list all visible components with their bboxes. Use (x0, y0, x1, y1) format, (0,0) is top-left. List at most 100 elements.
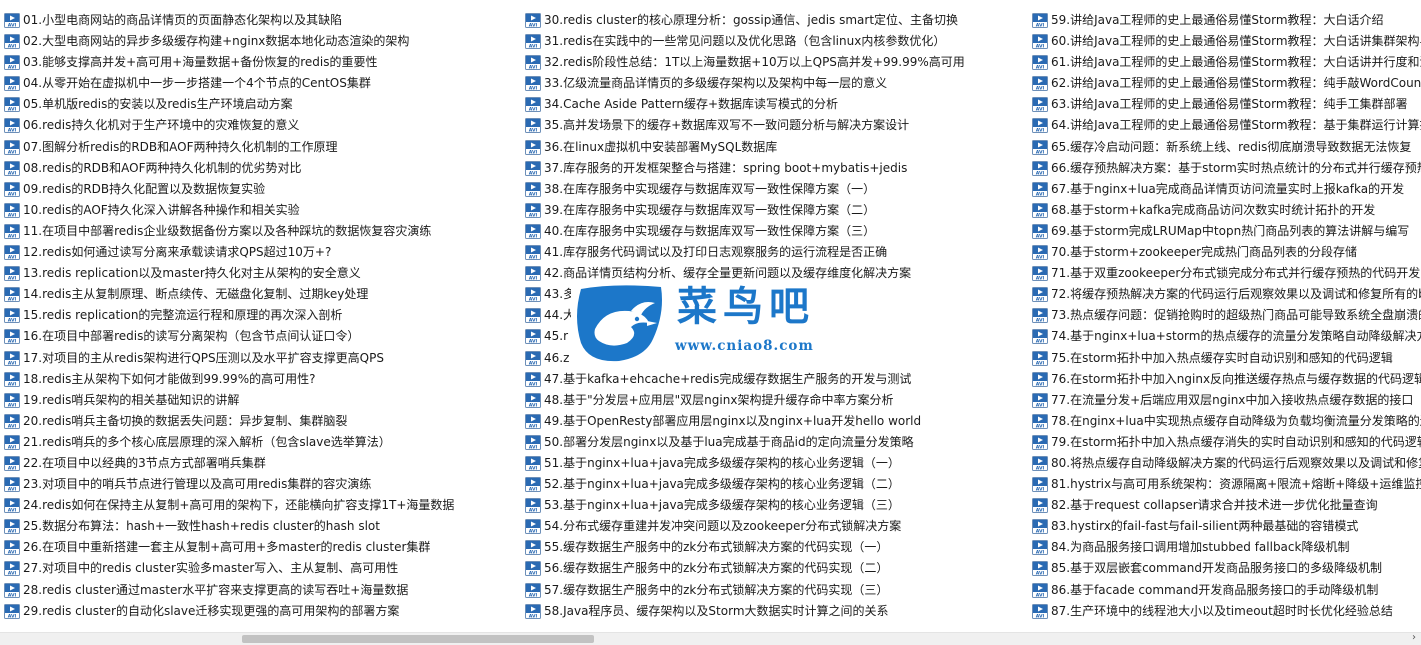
avi-video-file-icon: AVI (525, 455, 541, 471)
file-item[interactable]: AVI 51.基于nginx+lua+java完成多级缓存架构的核心业务逻辑（一） (525, 453, 1025, 474)
file-item[interactable]: AVI 36.在linux虚拟机中安装部署MySQL数据库 (525, 137, 1025, 158)
file-item[interactable]: AVI 65.缓存冷启动问题：新系统上线、redis彻底崩溃导致数据无法恢复 (1032, 137, 1421, 158)
file-item[interactable]: AVI 35.高并发场景下的缓存+数据库双写不一致问题分析与解决方案设计 (525, 115, 1025, 136)
file-item[interactable]: AVI 71.基于双重zookeeper分布式锁完成分布式并行缓存预热的代码开发 (1032, 263, 1421, 284)
file-item[interactable]: AVI 04.从零开始在虚拟机中一步一步搭建一个4个节点的CentOS集群 (4, 73, 519, 94)
file-item[interactable]: AVI 70.基于storm+zookeeper完成热门商品列表的分段存储 (1032, 242, 1421, 263)
file-item[interactable]: AVI 01.小型电商网站的商品详情页的页面静态化架构以及其缺陷 (4, 10, 519, 31)
file-item[interactable]: AVI 27.对项目中的redis cluster实验多master写入、主从复制… (4, 558, 519, 579)
file-item[interactable]: AVI 68.基于storm+kafka完成商品访问次数实时统计拓扑的开发 (1032, 200, 1421, 221)
svg-text:AVI: AVI (8, 423, 17, 428)
file-item[interactable]: AVI 37.库存服务的开发框架整合与搭建：spring boot+mybatis… (525, 158, 1025, 179)
file-item[interactable]: AVI 74.基于nginx+lua+storm的热点缓存的流量分发策略自动降级解… (1032, 326, 1421, 347)
file-item[interactable]: AVI 31.redis在实践中的一些常见问题以及优化思路（包含linux内核参数… (525, 31, 1025, 52)
file-name: 74.基于nginx+lua+storm的热点缓存的流量分发策略自动降级解决方 (1051, 329, 1421, 344)
file-item[interactable]: AVI 87.生产环境中的线程池大小以及timeout超时时长优化经验总结 (1032, 601, 1421, 622)
file-item[interactable]: AVI 80.将热点缓存自动降级解决方案的代码运行后观察效果以及调试和修复 (1032, 453, 1421, 474)
file-item[interactable]: AVI 12.redis如何通过读写分离来承载读请求QPS超过10万+? (4, 242, 519, 263)
file-item[interactable]: AVI 85.基于双层嵌套command开发商品服务接口的多级降级机制 (1032, 558, 1421, 579)
file-item[interactable]: AVI 76.在storm拓扑中加入nginx反向推送缓存热点与缓存数据的代码逻辑 (1032, 369, 1421, 390)
file-item[interactable]: AVI 86.基于facade command开发商品服务接口的手动降级机制 (1032, 580, 1421, 601)
file-item[interactable]: AVI 81.hystrix与高可用系统架构：资源隔离+限流+熔断+降级+运维监控 (1032, 474, 1421, 495)
file-item[interactable]: AVI 69.基于storm完成LRUMap中topn热门商品列表的算法讲解与编写 (1032, 221, 1421, 242)
file-item[interactable]: AVI 09.redis的RDB持久化配置以及数据恢复实验 (4, 179, 519, 200)
file-item[interactable]: AVI 66.缓存预热解决方案：基于storm实时热点统计的分布式并行缓存预热 (1032, 158, 1421, 179)
file-item[interactable]: AVI 32.redis阶段性总结：1T以上海量数据+10万以上QPS高并发+99… (525, 52, 1025, 73)
file-item[interactable]: AVI 82.基于request collapser请求合并技术进一步优化批量查询 (1032, 495, 1421, 516)
avi-video-file-icon: AVI (4, 97, 20, 113)
file-item[interactable]: AVI 47.基于kafka+ehcache+redis完成缓存数据生产服务的开发… (525, 369, 1025, 390)
file-item[interactable]: AVI 38.在库存服务中实现缓存与数据库双写一致性保障方案（一） (525, 179, 1025, 200)
file-item[interactable]: AVI 19.redis哨兵架构的相关基础知识的讲解 (4, 390, 519, 411)
file-item[interactable]: AVI 16.在项目中部署redis的读写分离架构（包含节点间认证口令） (4, 326, 519, 347)
file-item[interactable]: AVI 21.redis哨兵的多个核心底层原理的深入解析（包含slave选举算法） (4, 432, 519, 453)
file-item[interactable]: AVI 60.讲给Java工程师的史上最通俗易懂Storm教程：大白话讲集群架构与 (1032, 31, 1421, 52)
file-item[interactable]: AVI 06.redis持久化机对于生产环境中的灾难恢复的意义 (4, 115, 519, 136)
file-item[interactable]: AVI 23.对项目中的哨兵节点进行管理以及高可用redis集群的容灾演练 (4, 474, 519, 495)
file-item[interactable]: AVI 54.分布式缓存重建并发冲突问题以及zookeeper分布式锁解决方案 (525, 516, 1025, 537)
file-item[interactable]: AVI 75.在storm拓扑中加入热点缓存实时自动识别和感知的代码逻辑 (1032, 348, 1421, 369)
file-item[interactable]: AVI 40.在库存服务中实现缓存与数据库双写一致性保障方案（三） (525, 221, 1025, 242)
file-item[interactable]: AVI 58.Java程序员、缓存架构以及Storm大数据实时计算之间的关系 (525, 601, 1025, 622)
scrollbar-thumb[interactable] (242, 635, 594, 643)
file-item[interactable]: AVI 83.hystirx的fail-fast与fail-silient两种最基… (1032, 516, 1421, 537)
file-item[interactable]: AVI 07.图解分析redis的RDB和AOF两种持久化机制的工作原理 (4, 137, 519, 158)
file-item[interactable]: AVI 05.单机版redis的安装以及redis生产环境启动方案 (4, 94, 519, 115)
file-item[interactable]: AVI 41.库存服务代码调试以及打印日志观察服务的运行流程是否正确 (525, 242, 1025, 263)
file-item[interactable]: AVI 28.redis cluster通过master水平扩容来支撑更高的读写吞… (4, 580, 519, 601)
file-item[interactable]: AVI 25.数据分布算法：hash+一致性hash+redis cluster的… (4, 516, 519, 537)
file-item[interactable]: AVI 52.基于nginx+lua+java完成多级缓存架构的核心业务逻辑（二） (525, 474, 1025, 495)
file-item[interactable]: AVI 78.在nginx+lua中实现热点缓存自动降级为负载均衡流量分发策略的逻 (1032, 411, 1421, 432)
file-item[interactable]: AVI 22.在项目中以经典的3节点方式部署哨兵集群 (4, 453, 519, 474)
svg-text:AVI: AVI (1036, 613, 1045, 618)
file-item[interactable]: AVI 15.redis replication的完整流运行程和原理的再次深入剖析 (4, 305, 519, 326)
file-item[interactable]: AVI 08.redis的RDB和AOF两种持久化机制的优劣势对比 (4, 158, 519, 179)
file-item[interactable]: AVI 18.redis主从架构下如何才能做到99.99%的高可用性? (4, 369, 519, 390)
svg-text:AVI: AVI (1036, 149, 1045, 154)
file-item[interactable]: AVI 64.讲给Java工程师的史上最通俗易懂Storm教程：基于集群运行计算拓 (1032, 115, 1421, 136)
file-item[interactable]: AVI 61.讲给Java工程师的史上最通俗易懂Storm教程：大白话讲并行度和流 (1032, 52, 1421, 73)
file-item[interactable]: AVI 29.redis cluster的自动化slave迁移实现更强的高可用架构… (4, 601, 519, 622)
file-item[interactable]: AVI 11.在项目中部署redis企业级数据备份方案以及各种踩坑的数据恢复容灾演… (4, 221, 519, 242)
file-name: 70.基于storm+zookeeper完成热门商品列表的分段存储 (1051, 245, 1358, 260)
file-item[interactable]: AVI 14.redis主从复制原理、断点续传、无磁盘化复制、过期key处理 (4, 284, 519, 305)
file-item[interactable]: AVI 34.Cache Aside Pattern缓存+数据库读写模式的分析 (525, 94, 1025, 115)
file-item[interactable]: AVI 48.基于"分发层+应用层"双层nginx架构提升缓存命中率方案分析 (525, 390, 1025, 411)
file-item[interactable]: AVI 10.redis的AOF持久化深入讲解各种操作和相关实验 (4, 200, 519, 221)
chevron-right-icon[interactable]: › (1409, 632, 1419, 644)
file-item[interactable]: AVI 56.缓存数据生产服务中的zk分布式锁解决方案的代码实现（二） (525, 558, 1025, 579)
file-item[interactable]: AVI 24.redis如何在保持主从复制+高可用的架构下，还能横向扩容支撑1T+… (4, 495, 519, 516)
file-item[interactable]: AVI 33.亿级流量商品详情页的多级缓存架构以及架构中每一层的意义 (525, 73, 1025, 94)
file-item[interactable]: AVI 62.讲给Java工程师的史上最通俗易懂Storm教程：纯手敲WordCo… (1032, 73, 1421, 94)
file-item[interactable]: AVI 30.redis cluster的核心原理分析：gossip通信、jedi… (525, 10, 1025, 31)
file-item[interactable]: AVI 20.redis哨兵主备切换的数据丢失问题：异步复制、集群脑裂 (4, 411, 519, 432)
avi-video-file-icon-graphic: AVI (4, 308, 20, 324)
file-item[interactable]: AVI 84.为商品服务接口调用增加stubbed fallback降级机制 (1032, 537, 1421, 558)
file-item[interactable]: AVI 63.讲给Java工程师的史上最通俗易懂Storm教程：纯手工集群部署 (1032, 94, 1421, 115)
avi-video-file-icon-graphic: AVI (525, 34, 541, 50)
file-item[interactable]: AVI 79.在storm拓扑中加入热点缓存消失的实时自动识别和感知的代码逻辑 (1032, 432, 1421, 453)
file-item[interactable]: AVI 39.在库存服务中实现缓存与数据库双写一致性保障方案（二） (525, 200, 1025, 221)
file-item[interactable]: AVI 53.基于nginx+lua+java完成多级缓存架构的核心业务逻辑（三） (525, 495, 1025, 516)
file-item[interactable]: AVI 77.在流量分发+后端应用双层nginx中加入接收热点缓存数据的接口 (1032, 390, 1421, 411)
file-item[interactable]: AVI 02.大型电商网站的异步多级缓存构建+nginx数据本地化动态渲染的架构 (4, 31, 519, 52)
file-item[interactable]: AVI 67.基于nginx+lua完成商品详情页访问流量实时上报kafka的开发 (1032, 179, 1421, 200)
file-item[interactable]: AVI 55.缓存数据生产服务中的zk分布式锁解决方案的代码实现（一） (525, 537, 1025, 558)
file-item[interactable]: AVI 59.讲给Java工程师的史上最通俗易懂Storm教程：大白话介绍 (1032, 10, 1421, 31)
file-item[interactable]: AVI 03.能够支撑高并发+高可用+海量数据+备份恢复的redis的重要性 (4, 52, 519, 73)
avi-video-file-icon-graphic: AVI (1032, 371, 1048, 387)
file-item[interactable]: AVI 50.部署分发层nginx以及基于lua完成基于商品id的定向流量分发策略 (525, 432, 1025, 453)
svg-text:AVI: AVI (529, 487, 538, 492)
file-item[interactable]: AVI 26.在项目中重新搭建一套主从复制+高可用+多master的redis c… (4, 537, 519, 558)
file-item[interactable]: AVI 73.热点缓存问题：促销抢购时的超级热门商品可能导致系统全盘崩溃的 (1032, 305, 1421, 326)
file-item[interactable]: AVI 57.缓存数据生产服务中的zk分布式锁解决方案的代码实现（三） (525, 580, 1025, 601)
file-item[interactable]: AVI 72.将缓存预热解决方案的代码运行后观察效果以及调试和修复所有的b (1032, 284, 1421, 305)
horizontal-scrollbar[interactable]: › (0, 632, 1421, 645)
file-name: 38.在库存服务中实现缓存与数据库双写一致性保障方案（一） (544, 181, 876, 196)
svg-text:AVI: AVI (8, 466, 17, 471)
file-name: 05.单机版redis的安装以及redis生产环境启动方案 (23, 97, 293, 112)
avi-video-file-icon: AVI (525, 13, 541, 28)
file-item[interactable]: AVI 13.redis replication以及master持久化对主从架构的… (4, 263, 519, 284)
file-item[interactable]: AVI 49.基于OpenResty部署应用层nginx以及nginx+lua开发… (525, 411, 1025, 432)
file-item[interactable]: AVI 17.对项目的主从redis架构进行QPS压测以及水平扩容支撑更高QPS (4, 348, 519, 369)
